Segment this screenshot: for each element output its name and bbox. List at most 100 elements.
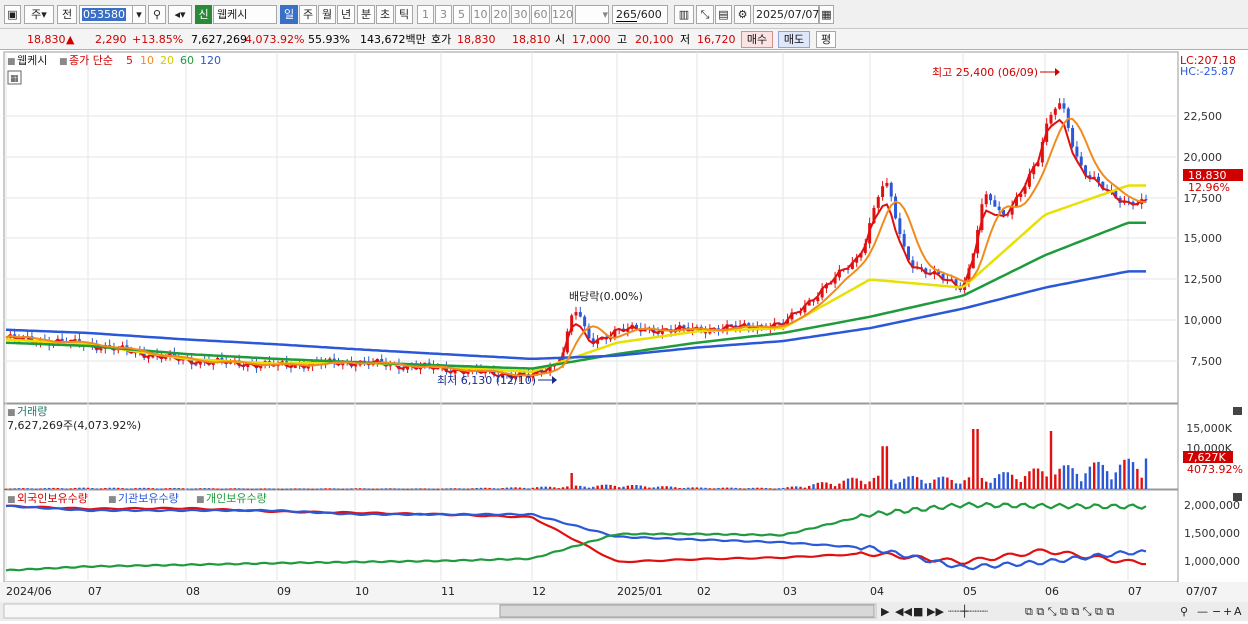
draw-tool-icon[interactable]: ⤡ <box>696 5 714 24</box>
change-pct: +13.85% <box>132 33 184 46</box>
open-price: 17,000 <box>572 33 611 46</box>
interval-3[interactable]: 3 <box>435 5 452 24</box>
stock-name-field[interactable]: 웹케시 <box>213 5 277 24</box>
layout-icon[interactable]: ▣ <box>4 5 21 24</box>
institution-legend[interactable]: 기관보유수량 <box>118 492 179 505</box>
high-label: 고 <box>617 33 628 46</box>
volume-bar-20 <box>91 488 94 490</box>
period-tab-month[interactable]: 월 <box>318 5 336 24</box>
period-tab-day[interactable]: 일 <box>280 5 298 24</box>
zoom-icon[interactable]: ⚲ <box>1180 605 1188 618</box>
period-tab-tick[interactable]: 틱 <box>395 5 413 24</box>
code-dropdown-icon[interactable]: ▾ <box>132 5 146 24</box>
interval-60[interactable]: 60 <box>531 5 550 24</box>
low-annotation: 최저 6,130 (12/10) <box>437 374 536 387</box>
interval-120[interactable]: 120 <box>551 5 573 24</box>
volume-bar-238 <box>1032 468 1035 489</box>
volume-bar-257 <box>1114 472 1117 489</box>
x-label-6: 12 <box>532 585 546 598</box>
volume-bar-14 <box>65 488 68 490</box>
forward-icon[interactable]: ▶▶ <box>927 605 944 618</box>
play-icon[interactable]: ▶ <box>881 605 890 618</box>
volume-bar-251 <box>1088 466 1092 489</box>
candle-icon[interactable]: ▥ <box>674 5 694 24</box>
stop-icon[interactable]: ■ <box>913 605 923 618</box>
volume-bar-146 <box>635 484 638 489</box>
interval-5[interactable]: 5 <box>453 5 470 24</box>
volume-bar-40 <box>177 488 180 490</box>
period-tab-minute[interactable]: 분 <box>357 5 375 24</box>
change-value: 2,290 <box>95 33 127 46</box>
bid-price: 18,810 <box>512 33 551 46</box>
volume-bar-236 <box>1023 476 1027 489</box>
interval-custom-select[interactable]: ▾ <box>575 5 609 24</box>
foreign-legend[interactable]: 외국인보유수량 <box>17 492 88 505</box>
volume-bar-160 <box>695 487 699 489</box>
gear-icon[interactable]: ⚙ <box>734 5 751 24</box>
volume-title[interactable]: 거래량 <box>17 405 47 418</box>
period-tab-second[interactable]: 초 <box>376 5 394 24</box>
buy-button[interactable]: 매수 <box>741 31 773 48</box>
volume-bar-128 <box>557 488 560 490</box>
quote-label: 호가 <box>431 33 452 46</box>
font-size-icon[interactable]: A <box>1234 605 1242 618</box>
date-field[interactable]: 2025/07/07 <box>753 5 819 24</box>
volume-bar-0 <box>4 488 8 490</box>
zoom-minus-icon[interactable]: − <box>1212 605 1221 618</box>
prev-button[interactable]: 전 <box>57 5 77 24</box>
volume-bar-15 <box>69 488 72 490</box>
volume-close-icon[interactable] <box>1233 407 1242 415</box>
last-pct-tag: 12.96% <box>1188 181 1230 194</box>
volume-bar-27 <box>121 488 124 490</box>
holdings-close-icon[interactable] <box>1233 493 1242 501</box>
volume-bar-254 <box>1101 464 1105 489</box>
calendar-icon[interactable]: ▦ <box>819 5 834 24</box>
market-select[interactable]: 주▾ <box>24 5 54 24</box>
ma-legend-label[interactable]: 종가 단순 <box>69 54 113 67</box>
y-tick-hold-0: 2,000,000 <box>1184 499 1240 512</box>
volume-bar-229 <box>993 478 997 489</box>
volume-bar-80 <box>350 488 353 490</box>
scroll-thumb[interactable] <box>499 604 875 618</box>
period-tab-week[interactable]: 주 <box>299 5 317 24</box>
rewind-icon[interactable]: ◀◀ <box>895 605 912 618</box>
volume-bar-176 <box>764 487 768 489</box>
save-icon[interactable]: ▤ <box>715 5 732 24</box>
zoom-plus-icon[interactable]: + <box>1223 605 1232 618</box>
count-field[interactable]: 265/600 <box>612 5 668 24</box>
interval-10[interactable]: 10 <box>471 5 490 24</box>
volume-ratio: 4,073.92% <box>245 33 305 46</box>
zoom-slider[interactable]: ┈┈┼┈┈┈ <box>948 604 988 618</box>
y-tick-hold-2: 1,000,000 <box>1184 555 1240 568</box>
speaker-icon[interactable]: ◂▾ <box>168 5 192 24</box>
interval-20[interactable]: 20 <box>491 5 510 24</box>
interval-1[interactable]: 1 <box>417 5 434 24</box>
eval-button[interactable]: 평 <box>816 31 836 48</box>
candle-body-134 <box>583 316 587 327</box>
volume-bar-142 <box>617 487 621 489</box>
volume-bar-157 <box>682 488 686 490</box>
volume-bar-100 <box>436 488 440 490</box>
tool-icons[interactable]: ⧉ ⧉ ⤡ ⧉ ⧉ ⤡ ⧉ ⧉ <box>1025 605 1114 618</box>
x-label-7: 2025/01 <box>617 585 663 598</box>
stock-code-input[interactable]: 053580 <box>79 5 133 24</box>
stock-name-legend[interactable]: 웹케시 <box>17 54 47 67</box>
interval-30[interactable]: 30 <box>511 5 530 24</box>
volume-bar-106 <box>462 488 465 490</box>
period-tab-year[interactable]: 년 <box>337 5 355 24</box>
zoom-out-icon[interactable]: — <box>1197 605 1208 618</box>
stock-chart[interactable]: 22,500 20,000 17,500 15,000 12,500 10,00… <box>0 50 1248 621</box>
sell-button[interactable]: 매도 <box>778 31 810 48</box>
volume-bar-156 <box>678 487 681 489</box>
volume-bar-118 <box>514 487 517 489</box>
x-label-5: 11 <box>441 585 455 598</box>
volume-bar-78 <box>341 488 345 490</box>
volume-bar-36 <box>160 488 163 490</box>
individual-legend[interactable]: 개인보유수량 <box>206 492 267 505</box>
search-icon[interactable]: ⚲ <box>148 5 166 24</box>
volume-bar-134 <box>583 486 586 489</box>
volume-bar-44 <box>194 488 198 490</box>
volume-bar-239 <box>1036 468 1040 489</box>
volume-bar-54 <box>237 488 241 490</box>
volume-bar-225 <box>976 429 979 489</box>
